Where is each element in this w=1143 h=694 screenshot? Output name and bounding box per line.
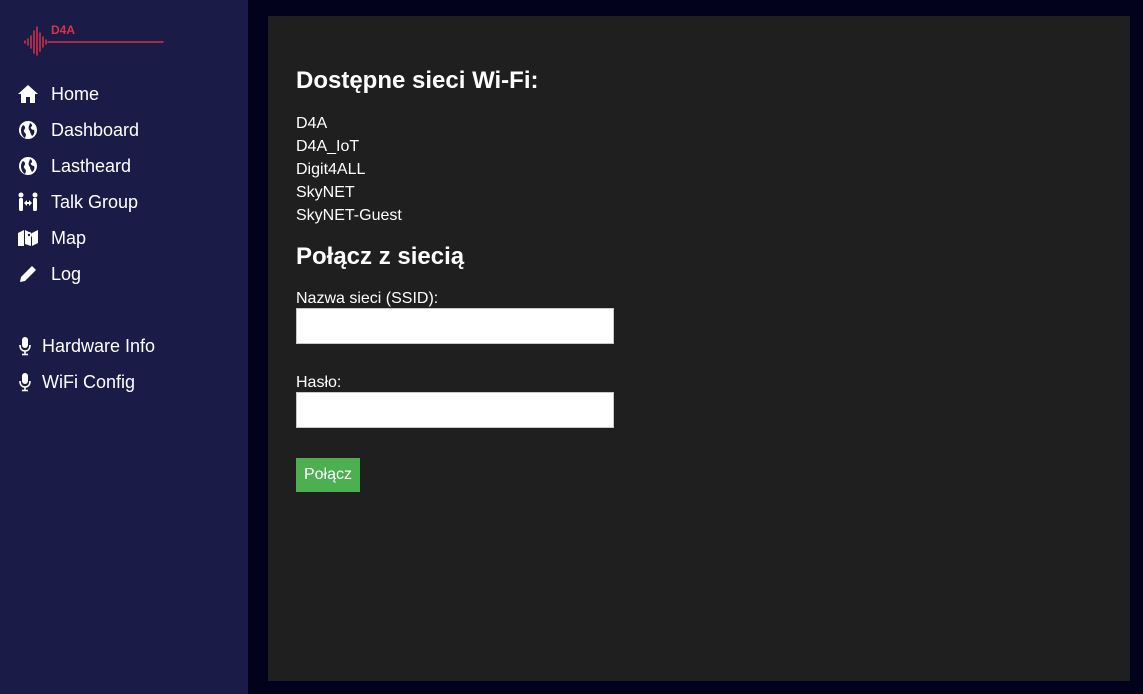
- map-icon: [17, 227, 39, 249]
- sidebar-item-map[interactable]: Map: [17, 223, 86, 253]
- sidebar-item-label: Map: [51, 227, 87, 248]
- logo[interactable]: D4A: [22, 22, 167, 56]
- sidebar-item-hardware-info[interactable]: Hardware Info: [17, 331, 155, 361]
- network-item: Digit4ALL: [296, 161, 366, 178]
- globe-icon: [17, 155, 39, 177]
- sidebar-item-label: Dashboard: [51, 119, 140, 140]
- logo-text: D4A: [51, 23, 75, 37]
- globe-icon: [17, 119, 39, 141]
- network-item: SkyNET-Guest: [296, 207, 402, 224]
- sidebar-item-talk-group[interactable]: Talk Group: [17, 187, 138, 217]
- connect-button[interactable]: Połącz: [296, 458, 360, 492]
- sidebar-item-label: Hardware Info: [42, 335, 156, 356]
- microphone-icon: [17, 371, 33, 393]
- microphone-icon: [17, 335, 33, 357]
- sidebar-item-label: Home: [51, 83, 100, 104]
- sidebar-item-wifi-config[interactable]: WiFi Config: [17, 367, 135, 397]
- sidebar-item-lastheard[interactable]: Lastheard: [17, 151, 131, 181]
- password-label: Hasło:: [296, 374, 342, 391]
- home-icon: [17, 83, 39, 105]
- sidebar-item-label: Talk Group: [51, 191, 139, 212]
- network-item: D4A: [296, 115, 328, 132]
- network-list: D4A D4A_IoT Digit4ALL SkyNET SkyNET-Gues…: [296, 112, 402, 227]
- connect-title: Połącz z siecią: [296, 243, 465, 270]
- main-content: Dostępne sieci Wi-Fi: D4A D4A_IoT Digit4…: [268, 16, 1130, 681]
- sidebar-item-label: WiFi Config: [42, 371, 136, 392]
- networks-title: Dostępne sieci Wi-Fi:: [296, 67, 539, 94]
- soundwave-logo-icon: D4A: [24, 23, 164, 56]
- sidebar: D4A Home Dashboard Lastheard Talk Group …: [0, 0, 248, 694]
- sidebar-item-log[interactable]: Log: [17, 259, 81, 289]
- ssid-label: Nazwa sieci (SSID):: [296, 290, 439, 307]
- sidebar-item-dashboard[interactable]: Dashboard: [17, 115, 139, 145]
- people-arrows-icon: [17, 191, 39, 213]
- network-item: SkyNET: [296, 184, 355, 201]
- sidebar-item-home[interactable]: Home: [17, 79, 99, 109]
- sidebar-item-label: Lastheard: [51, 155, 132, 176]
- sidebar-item-label: Log: [51, 263, 82, 284]
- pencil-icon: [17, 263, 39, 285]
- network-item: D4A_IoT: [296, 138, 360, 155]
- password-input[interactable]: [296, 392, 614, 428]
- ssid-input[interactable]: [296, 308, 614, 344]
